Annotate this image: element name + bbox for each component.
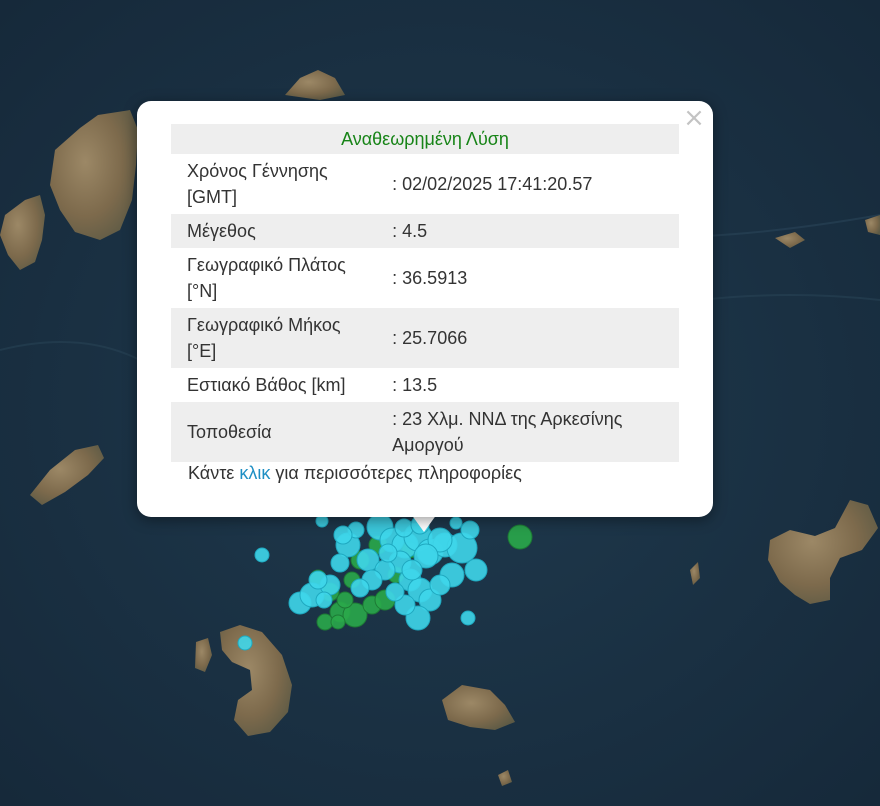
earthquake-marker[interactable]: [449, 516, 463, 530]
row-label: Χρόνος Γέννησης [GMT]: [187, 161, 328, 207]
row-value: : 02/02/2025 17:41:20.57: [392, 174, 593, 194]
table-row: Τοποθεσία : 23 Χλμ. ΝΝΔ της Αρκεσίνης Αμ…: [171, 402, 679, 462]
row-label: Τοποθεσία: [171, 402, 383, 462]
earthquake-popup: × Αναθεωρημένη Λύση Χρόνος Γέννησης [GMT…: [137, 101, 713, 517]
row-value: : 36.5913: [392, 268, 468, 288]
satellite-map[interactable]: × Αναθεωρημένη Λύση Χρόνος Γέννησης [GMT…: [0, 0, 880, 806]
earthquake-marker[interactable]: [308, 570, 328, 590]
popup-header-row: Αναθεωρημένη Λύση: [171, 124, 679, 154]
earthquake-marker[interactable]: [460, 610, 476, 626]
close-icon[interactable]: ×: [683, 105, 705, 131]
row-value: : 13.5: [392, 375, 438, 395]
earthquake-marker[interactable]: [237, 635, 253, 651]
earthquake-marker[interactable]: [507, 524, 533, 550]
earthquake-marker[interactable]: [254, 547, 270, 563]
earthquake-info-table: Αναθεωρημένη Λύση Χρόνος Γέννησης [GMT] …: [171, 124, 679, 462]
row-value: : 4.5: [382, 214, 679, 248]
earthquake-marker[interactable]: [350, 578, 370, 598]
table-row: Γεωγραφικό Πλάτος [°N] : 36.5913: [171, 248, 679, 308]
earthquake-marker[interactable]: [464, 558, 488, 582]
earthquake-marker[interactable]: [315, 591, 333, 609]
earthquake-marker[interactable]: [336, 591, 354, 609]
earthquake-marker[interactable]: [378, 543, 398, 563]
earthquake-marker[interactable]: [330, 553, 350, 573]
more-info-prefix: Κάντε: [188, 463, 240, 483]
more-info-suffix: για περισσότερες πληροφορίες: [270, 463, 522, 483]
row-label: Εστιακό Βάθος [km]: [187, 375, 346, 395]
earthquake-marker[interactable]: [401, 559, 423, 581]
row-value: : 25.7066: [382, 308, 679, 368]
earthquake-marker[interactable]: [460, 520, 480, 540]
more-info-text: Κάντε κλικ για περισσότερες πληροφορίες: [188, 463, 522, 484]
more-info-link[interactable]: κλικ: [239, 463, 270, 483]
row-label: Μέγεθος: [171, 214, 383, 248]
earthquake-marker[interactable]: [429, 574, 451, 596]
row-label: Γεωγραφικό Μήκος [°E]: [171, 308, 383, 368]
row-label: Γεωγραφικό Πλάτος [°N]: [187, 255, 346, 301]
table-row: Εστιακό Βάθος [km] : 13.5: [171, 368, 679, 402]
table-row: Μέγεθος : 4.5: [171, 214, 679, 248]
earthquake-marker[interactable]: [385, 582, 405, 602]
popup-header: Αναθεωρημένη Λύση: [171, 124, 679, 154]
table-row: Χρόνος Γέννησης [GMT] : 02/02/2025 17:41…: [171, 154, 679, 214]
table-row: Γεωγραφικό Μήκος [°E] : 25.7066: [171, 308, 679, 368]
earthquake-marker[interactable]: [330, 614, 346, 630]
row-value: : 23 Χλμ. ΝΝΔ της Αρκεσίνης Αμοργού: [382, 402, 679, 462]
earthquake-marker[interactable]: [333, 525, 353, 545]
